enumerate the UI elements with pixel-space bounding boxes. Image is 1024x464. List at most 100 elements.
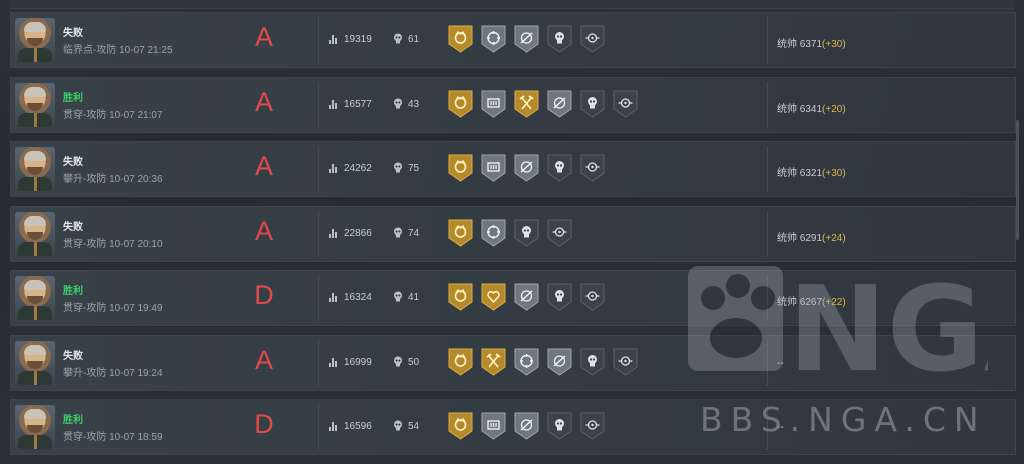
match-result: 胜利: [63, 92, 83, 104]
gold-crown-medal-icon: [448, 348, 473, 376]
dark-scope-medal-icon: [580, 25, 605, 53]
silver-ammo-medal-icon: [481, 90, 506, 118]
score-value: 24262: [344, 163, 372, 174]
kills-value: 61: [408, 34, 420, 45]
kills-value: 54: [408, 421, 420, 432]
silver-ammo-medal-icon: [481, 154, 506, 182]
match-result: 失败: [63, 28, 83, 39]
map-mode: 临界点-攻防: [63, 45, 117, 56]
silver-sniper-medal-icon: [514, 412, 539, 440]
dark-skull-medal-icon: [514, 219, 539, 247]
dark-skull-medal-icon: [580, 90, 605, 118]
silver-crosshair-medal-icon: [481, 25, 506, 53]
rating-delta: (+30): [822, 168, 846, 179]
dark-skull-medal-icon: [547, 283, 572, 311]
bar-chart-icon: [329, 293, 339, 302]
match-detail: 临界点-攻防 10-07 21:25: [63, 41, 173, 56]
bar-chart-icon: [329, 357, 339, 367]
rating-delta: (+24): [822, 232, 846, 244]
gold-crown-medal-icon: [448, 219, 473, 247]
match-grade: A: [254, 215, 273, 246]
rating-delta: (+20): [822, 103, 846, 115]
divider: [318, 210, 319, 257]
match-time: 10-07 20:36: [109, 174, 163, 185]
rating-value: 6341: [799, 103, 823, 115]
match-time: 10-07 20:10: [109, 238, 163, 250]
rating-delta: (+30): [822, 39, 846, 50]
map-mode: 贯穿-攻防: [63, 303, 107, 314]
kills-value: 74: [408, 227, 420, 239]
map-mode: 攀升-攻防: [63, 174, 107, 185]
gold-heart-medal-icon: [481, 283, 506, 311]
match-time: 10-07 18:59: [109, 432, 163, 443]
divider: [318, 404, 319, 450]
commander-rating: 统帅 6291(+24): [777, 229, 846, 244]
match-result: 失败: [63, 350, 83, 362]
gold-crown-medal-icon: [448, 283, 473, 311]
match-result: 失败: [63, 157, 83, 168]
bar-chart-icon: [329, 164, 339, 173]
match-grade: A: [254, 344, 273, 375]
score-value: 19319: [344, 34, 372, 45]
rating-value: 6371: [799, 39, 823, 50]
dark-skull-medal-icon: [547, 154, 572, 182]
dark-scope-medal-icon: [547, 219, 572, 247]
rating-label: 统帅: [777, 168, 797, 179]
silver-sniper-medal-icon: [547, 90, 572, 118]
bar-chart-icon: [329, 99, 339, 109]
silver-crosshair-medal-icon: [514, 348, 539, 376]
match-row[interactable]: 失败贯穿-攻防 10-07 20:10 A 22866 74 统帅 6291(+24): [10, 205, 1016, 262]
operator-avatar: [15, 82, 55, 127]
match-result: 胜利: [63, 415, 83, 426]
rating-value: 6291: [799, 232, 823, 244]
skull-icon: [394, 227, 402, 237]
divider: [318, 146, 319, 192]
match-row[interactable]: 失败 临界点-攻防 10-07 21:25 A 19319 61 统帅 6371(+30): [10, 12, 1016, 68]
previous-row-edge: [0, 0, 1024, 10]
match-grade: D: [254, 280, 274, 310]
bar-chart-icon: [329, 422, 339, 431]
rating-label: 统帅: [777, 103, 797, 115]
operator-avatar: [15, 340, 55, 385]
silver-sniper-medal-icon: [514, 154, 539, 182]
match-history-list: 失败 临界点-攻防 10-07 21:25 A 19319 61 统帅 6371(+30)…: [10, 12, 1016, 464]
kills-value: 43: [408, 98, 420, 110]
match-row[interactable]: 失败 攀升-攻防 10-07 20:36 A 24262 75 统帅 6321(+30): [10, 141, 1016, 197]
match-detail: 贯穿-攻防 10-07 20:10: [63, 235, 163, 250]
scrollbar[interactable]: [1016, 120, 1019, 240]
dark-skull-medal-icon: [580, 348, 605, 376]
kills-value: 41: [408, 292, 420, 303]
map-mode: 攀升-攻防: [63, 367, 107, 379]
gold-crown-medal-icon: [448, 90, 473, 118]
divider: [767, 17, 768, 63]
silver-crosshair-medal-icon: [481, 219, 506, 247]
divider: [318, 339, 319, 386]
match-detail: 攀升-攻防 10-07 19:24: [63, 364, 163, 379]
match-time: 10-07 19:49: [109, 303, 163, 314]
match-row[interactable]: 胜利 贯穿-攻防 10-07 21:07 A 16577 43 统帅 6341(+20): [10, 76, 1016, 133]
match-grade: A: [254, 86, 273, 117]
operator-avatar: [15, 147, 55, 191]
divider: [318, 17, 319, 63]
divider: [318, 81, 319, 128]
commander-rating: 统帅 6341(+20): [777, 100, 846, 115]
divider: [767, 210, 768, 257]
match-time: 10-07 19:24: [109, 367, 163, 379]
match-result: 胜利: [63, 286, 83, 297]
kills-value: 50: [408, 356, 420, 368]
bar-chart-icon: [329, 35, 339, 44]
score-value: 22866: [344, 227, 372, 239]
match-grade: A: [254, 22, 273, 52]
skull-icon: [394, 162, 402, 173]
dark-scope-medal-icon: [580, 412, 605, 440]
operator-avatar: [15, 405, 55, 449]
match-grade: A: [254, 151, 273, 181]
rating-value: 6321: [799, 168, 823, 179]
map-mode: 贯穿-攻防: [63, 432, 107, 443]
divider: [767, 146, 768, 192]
skull-icon: [394, 33, 402, 44]
match-result: 失败: [63, 221, 83, 233]
operator-avatar: [15, 211, 55, 256]
match-detail: 贯穿-攻防 10-07 19:49: [63, 299, 163, 314]
match-detail: 攀升-攻防 10-07 20:36: [63, 170, 163, 185]
